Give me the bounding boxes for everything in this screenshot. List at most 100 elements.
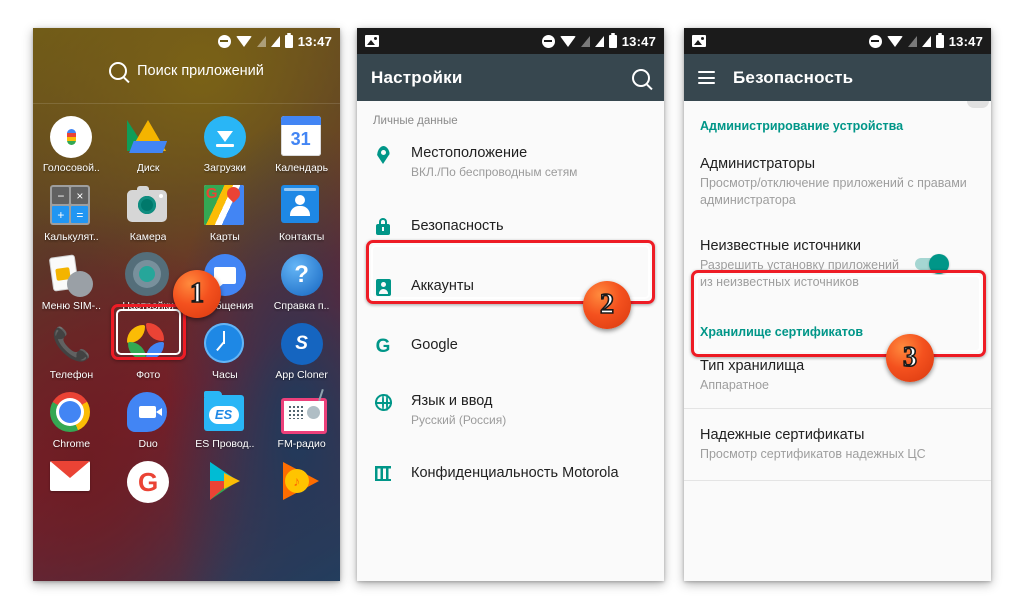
app-label: Контакты xyxy=(278,231,325,243)
row-title: Безопасность xyxy=(411,218,504,234)
search-input[interactable]: Поиск приложений xyxy=(137,63,264,79)
settings-row-location[interactable]: Местоположение ВКЛ./По беспроводным сетя… xyxy=(357,129,664,195)
status-bar-3: 13:47 xyxy=(684,28,991,54)
google-maps-icon: G xyxy=(203,185,244,225)
globe-icon xyxy=(374,394,392,411)
contacts-icon xyxy=(280,185,319,223)
app-item-es-explorer[interactable]: ES ES Провод.. xyxy=(187,388,264,450)
row-title: Google xyxy=(411,337,458,353)
search-icon xyxy=(109,62,128,80)
app-item-contacts[interactable]: Контакты xyxy=(263,181,340,243)
row-subtitle: Русский (Россия) xyxy=(411,413,507,427)
app-label: ES Провод.. xyxy=(195,438,255,450)
row-title: Конфиденциальность Motorola xyxy=(411,465,619,481)
hamburger-menu-icon[interactable] xyxy=(698,71,715,84)
screenshot-stage: 13:47 Поиск приложений Голосовой.. Диск xyxy=(0,0,1024,609)
app-item-duo[interactable]: Duo xyxy=(110,388,187,450)
status-bar-1: 13:47 xyxy=(33,28,340,54)
app-bar-settings: Настройки xyxy=(357,54,664,101)
location-pin-icon xyxy=(376,146,390,164)
app-item-drive[interactable]: Диск xyxy=(110,112,187,174)
signal-empty-icon xyxy=(907,35,917,47)
row-subtitle: ВКЛ./По беспроводным сетям xyxy=(411,165,578,179)
settings-row-language[interactable]: Язык и ввод Русский (Россия) xyxy=(357,376,664,444)
divider xyxy=(684,480,991,481)
security-row-administrators[interactable]: Администраторы Просмотр/отключение прило… xyxy=(684,143,991,223)
scroll-indicator[interactable] xyxy=(967,101,989,108)
app-item-gmail[interactable] xyxy=(33,457,110,507)
app-label: App Cloner xyxy=(275,369,328,381)
app-label: Часы xyxy=(212,369,238,381)
step-badge-2: 2 xyxy=(583,281,631,329)
signal-icon xyxy=(270,35,280,47)
app-item-fm-radio[interactable]: FM-радио xyxy=(263,388,340,450)
status-bar-time: 13:47 xyxy=(948,33,983,49)
app-label: Телефон xyxy=(49,369,94,381)
step-badge-1: 1 xyxy=(173,270,221,318)
app-item-calculator[interactable]: − × + = Калькулят.. xyxy=(33,181,110,243)
app-item-play-store[interactable] xyxy=(187,457,264,507)
app-item-chrome[interactable]: Chrome xyxy=(33,388,110,450)
calculator-icon: − × + = xyxy=(50,185,91,225)
app-label: Голосовой.. xyxy=(42,162,100,174)
row-title: Администраторы xyxy=(700,156,816,172)
app-search-bar[interactable]: Поиск приложений xyxy=(33,62,340,80)
app-label: Справка п.. xyxy=(273,300,330,312)
highlight-unknown-sources-row xyxy=(691,270,986,357)
row-title: Неизвестные источники xyxy=(700,238,861,254)
play-store-icon xyxy=(204,461,244,501)
search-icon[interactable] xyxy=(632,68,650,87)
settings-list[interactable]: Личные данные Местоположение ВКЛ./По бес… xyxy=(357,101,664,581)
app-label: FM-радио xyxy=(277,438,326,450)
status-bar-2: 13:47 xyxy=(357,28,664,54)
app-item-app-cloner[interactable]: S App Cloner xyxy=(263,319,340,381)
battery-icon xyxy=(284,32,293,48)
clock-icon xyxy=(203,323,244,363)
app-item-camera[interactable]: Камера xyxy=(110,181,187,243)
app-item-maps[interactable]: G Карты xyxy=(187,181,264,243)
app-item-downloads[interactable]: Загрузки xyxy=(187,112,264,174)
app-item-help[interactable]: ? Справка п.. xyxy=(263,250,340,312)
wifi-icon xyxy=(559,35,576,47)
photo-icon xyxy=(692,35,706,47)
security-row-storage-type[interactable]: Тип хранилища Аппаратное xyxy=(684,349,991,408)
row-title: Язык и ввод xyxy=(411,393,493,409)
security-row-trusted-certs[interactable]: Надежные сертификаты Просмотр сертификат… xyxy=(684,409,991,480)
app-label: Chrome xyxy=(52,438,91,450)
fm-radio-icon xyxy=(280,388,327,434)
divider xyxy=(33,103,340,104)
app-label: Меню SIM-.. xyxy=(41,300,102,312)
google-g-icon: G xyxy=(375,336,391,357)
app-label: Фото xyxy=(136,369,161,381)
app-label: Диск xyxy=(136,162,160,174)
signal-icon xyxy=(594,35,604,47)
signal-empty-icon xyxy=(580,35,590,47)
app-item-voice-search[interactable]: Голосовой.. xyxy=(33,112,110,174)
camera-icon xyxy=(127,186,168,222)
settings-row-motorola-privacy[interactable]: Конфиденциальность Motorola xyxy=(357,444,664,502)
dnd-icon xyxy=(541,34,555,48)
highlight-settings-app-icon xyxy=(111,304,186,360)
chrome-icon xyxy=(50,392,91,432)
app-label: Загрузки xyxy=(203,162,246,174)
lock-icon xyxy=(376,218,390,235)
step-badge-3: 3 xyxy=(886,334,934,382)
section-header: Личные данные xyxy=(373,115,458,127)
app-item-play-music[interactable]: ♪ xyxy=(263,457,340,507)
row-title: Надежные сертификаты xyxy=(700,427,865,443)
app-item-calendar[interactable]: 31 Календарь xyxy=(263,112,340,174)
app-label: Камера xyxy=(129,231,167,243)
row-subtitle: Просмотр сертификатов надежных ЦС xyxy=(700,447,926,461)
status-bar-time: 13:47 xyxy=(621,33,656,49)
app-item-clock[interactable]: Часы xyxy=(187,319,264,381)
row-title: Местоположение xyxy=(411,145,528,161)
es-file-explorer-icon: ES xyxy=(203,391,244,431)
row-subtitle: Аппаратное xyxy=(700,378,769,392)
app-cloner-icon: S xyxy=(280,323,323,365)
app-item-phone[interactable]: 📞 Телефон xyxy=(33,319,110,381)
app-item-sim-menu[interactable]: Меню SIM-.. xyxy=(33,250,110,312)
signal-empty-icon xyxy=(256,35,266,47)
app-item-google[interactable]: G xyxy=(110,457,187,507)
play-music-icon: ♪ xyxy=(281,461,321,501)
row-subtitle: Просмотр/отключение приложений с правами… xyxy=(700,176,967,207)
